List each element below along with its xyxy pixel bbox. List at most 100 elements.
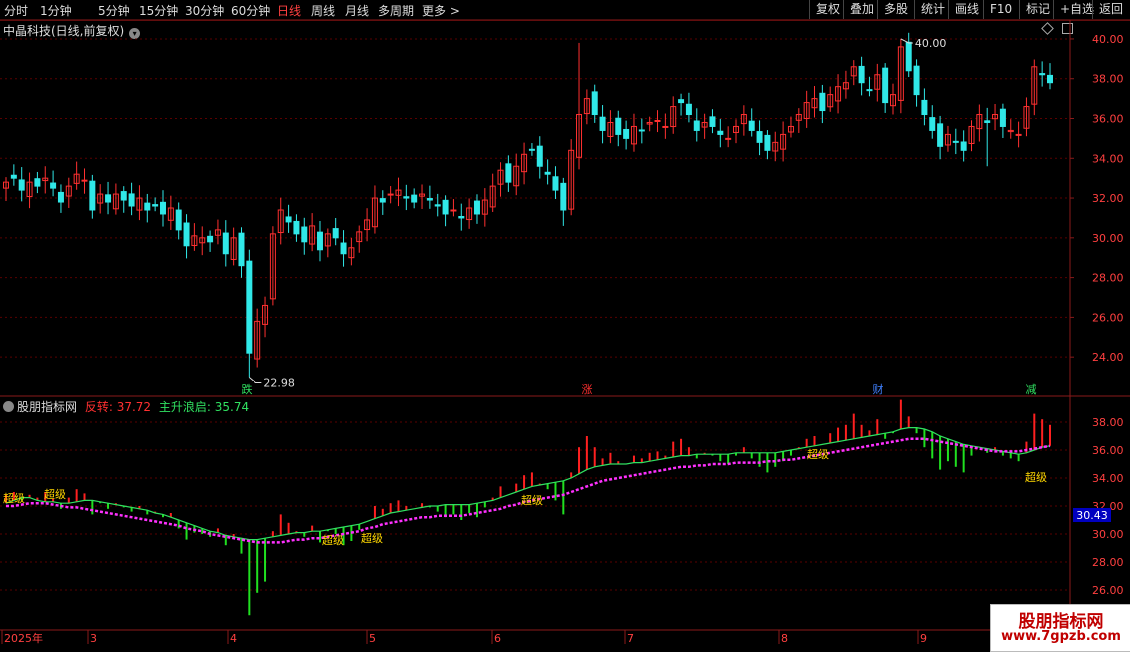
candle-down: [929, 117, 936, 131]
current-value-tag: 30.43: [1076, 509, 1108, 522]
candle-down: [458, 216, 465, 219]
candle-up: [654, 119, 661, 122]
price-tick-label: 24.00: [1092, 351, 1124, 364]
price-tick-label: 28.00: [1092, 272, 1124, 285]
super-label: 超级: [3, 491, 25, 505]
candle-down: [332, 228, 339, 239]
candle-down: [238, 232, 245, 267]
candle-down: [858, 65, 865, 84]
price-tick-label: 36.00: [1092, 113, 1124, 126]
candle-down: [552, 176, 559, 191]
signal-marker: 涨: [582, 383, 593, 396]
candle-down: [685, 103, 692, 116]
super-label: 超级: [521, 493, 543, 507]
candle-down: [183, 222, 190, 247]
indicator-tick-label: 36.00: [1092, 444, 1124, 457]
candle-down: [505, 163, 512, 183]
date-tick-label: 5: [369, 632, 376, 645]
candle-down: [10, 174, 17, 179]
high-price-label: 40.00: [915, 37, 947, 50]
indicator-header: 股朋指标网 反转: 37.72 主升浪启: 35.74: [3, 398, 249, 415]
candle-down: [285, 216, 292, 223]
candle-down: [615, 117, 622, 135]
candle-down: [57, 191, 64, 203]
super-label: 超级: [361, 531, 383, 545]
super-label: 超级: [807, 447, 829, 461]
date-tick-label: 2025年: [4, 631, 43, 645]
candle-down: [882, 67, 889, 104]
price-tick-label: 38.00: [1092, 73, 1124, 86]
candle-up: [1015, 133, 1022, 136]
candle-down: [528, 148, 535, 151]
candle-down: [984, 120, 991, 123]
candle-down: [599, 116, 606, 131]
candle-down: [50, 182, 57, 189]
candle-down: [560, 182, 567, 211]
candle-down: [442, 199, 449, 215]
indicator-tick-label: 28.00: [1092, 556, 1124, 569]
candle-down: [913, 65, 920, 96]
candle-down: [638, 129, 645, 132]
indicator-menu-icon[interactable]: [3, 401, 14, 412]
candle-down: [717, 130, 724, 135]
candle-down: [403, 196, 410, 199]
super-label: 超级: [1025, 470, 1047, 484]
candle-down: [175, 209, 182, 231]
date-tick-label: 9: [920, 632, 927, 645]
price-tick-label: 30.00: [1092, 232, 1124, 245]
candle-down: [222, 232, 229, 255]
signal-marker: 财: [873, 382, 884, 396]
candle-down: [152, 204, 159, 207]
candle-down: [207, 235, 214, 243]
candle-down: [591, 91, 598, 116]
candle-down: [89, 180, 96, 211]
indicator-name: 股朋指标网: [17, 400, 78, 414]
date-tick-label: 7: [627, 632, 634, 645]
candle-down: [426, 198, 433, 201]
signal-marker: 减: [1026, 383, 1037, 396]
candle-down: [1047, 74, 1053, 84]
price-tick-label: 32.00: [1092, 192, 1124, 205]
date-tick-label: 4: [230, 632, 237, 645]
candle-down: [952, 140, 959, 143]
candle-down: [246, 260, 253, 354]
candle-down: [623, 128, 630, 139]
candle-down: [544, 171, 551, 175]
candle-up: [450, 209, 457, 212]
candle-down: [434, 204, 441, 207]
candle-down: [866, 89, 873, 92]
candle-down: [905, 41, 912, 72]
candle-down: [999, 108, 1006, 127]
main-rise-value: 主升浪启: 35.74: [158, 400, 250, 414]
candle-down: [105, 194, 112, 203]
candle-down: [316, 231, 323, 251]
candle-down: [756, 131, 763, 143]
candle-down: [1039, 73, 1046, 76]
watermark: 股朋指标网 www.7gpzb.com: [990, 604, 1130, 652]
price-tick-label: 26.00: [1092, 311, 1124, 324]
watermark-url: www.7gpzb.com: [1001, 629, 1121, 644]
candle-down: [340, 242, 347, 255]
candle-down: [819, 92, 826, 112]
date-tick-label: 6: [494, 632, 501, 645]
date-tick-label: 3: [90, 632, 97, 645]
candle-down: [473, 200, 480, 215]
candle-down: [748, 120, 755, 131]
reversal-value: 反转: 37.72: [84, 400, 152, 414]
candle-up: [662, 125, 669, 128]
main-rise-line: [6, 437, 1051, 544]
indicator-tick-label: 30.00: [1092, 528, 1124, 541]
candle-down: [937, 123, 944, 147]
candle-down: [709, 116, 716, 127]
candle-down: [18, 179, 25, 191]
candle-down: [128, 193, 135, 207]
candle-up: [81, 179, 88, 182]
kline-chart[interactable]: 40.00 38.00 36.00 34.00 32.00 30.00 28.00 26.00…: [0, 0, 1130, 650]
candle-down: [678, 99, 685, 104]
price-tick-label: 40.00: [1092, 33, 1124, 46]
super-label: 超级: [322, 533, 344, 547]
candle-down: [693, 120, 700, 131]
candle-down: [921, 99, 928, 116]
super-label: 超级: [44, 487, 66, 501]
indicator-tick-label: 38.00: [1092, 416, 1124, 429]
